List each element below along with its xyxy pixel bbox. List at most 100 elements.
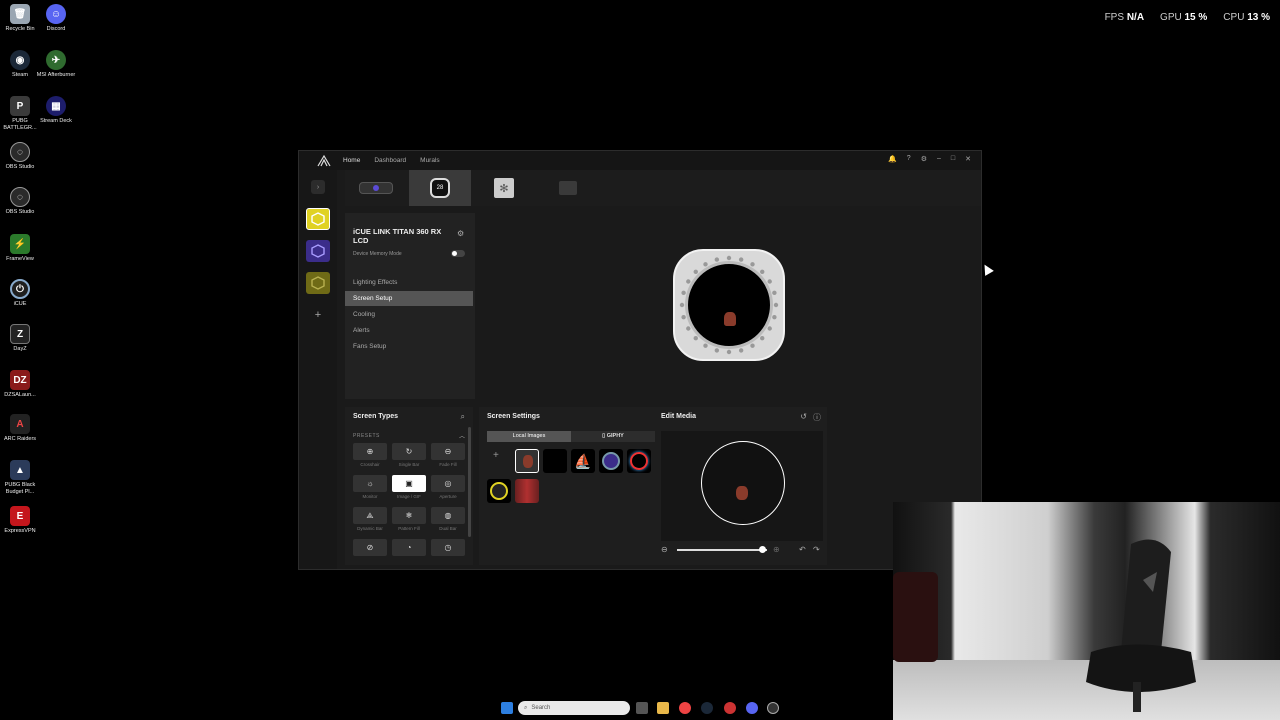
image-thumb-corsair[interactable]: ⛵ (571, 449, 595, 473)
image-thumb-2[interactable] (543, 449, 567, 473)
preset-dual-bar[interactable]: ◍ (431, 507, 465, 524)
add-device-button[interactable]: + (306, 304, 330, 326)
tab-local-images[interactable]: Local Images (487, 431, 571, 442)
preset-aperture[interactable]: ◎ (431, 475, 465, 492)
screen-types-panel: Screen Types ⌕ PRESETS ︿ ⊕ ↻ ⊖ Crosshair… (345, 407, 473, 565)
device-tab-hub[interactable] (345, 170, 407, 206)
reset-icon[interactable]: ↺ (800, 412, 807, 421)
device-slot-3[interactable] (306, 272, 330, 294)
scrollbar[interactable] (468, 427, 471, 537)
preset-fade-fill[interactable]: ⊖ (431, 443, 465, 460)
task-view-icon[interactable] (636, 702, 648, 714)
preset-crosshair[interactable]: ⊕ (353, 443, 387, 460)
desktop-icon-pubg[interactable]: P PUBG BATTLEGR... (0, 96, 40, 132)
add-image-button[interactable]: + (493, 450, 499, 461)
preset-pattern-fill[interactable]: ❄ (392, 507, 426, 524)
device-tab-fans[interactable]: ✻ (473, 170, 535, 206)
chevron-up-icon[interactable]: ︿ (459, 431, 465, 440)
start-icon[interactable] (501, 702, 513, 714)
nav-murals[interactable]: Murals (420, 157, 440, 164)
icue-icon[interactable] (767, 702, 779, 714)
desktop-icon-arc-raiders[interactable]: A ARC Raiders (0, 414, 40, 443)
close-icon[interactable]: ✕ (965, 155, 971, 163)
image-thumb-icue-2[interactable] (627, 449, 651, 473)
file-explorer-icon[interactable] (657, 702, 669, 714)
preset-monitor[interactable]: ☼ (353, 475, 387, 492)
led-dot (772, 314, 777, 320)
menu-alerts[interactable]: Alerts (345, 323, 473, 338)
zoom-in-icon[interactable]: ⊕ (773, 545, 780, 554)
desktop-icon-pubg-black-budget[interactable]: ▲ PUBG Black Budget Pl... (0, 460, 40, 496)
nav-dashboard[interactable]: Dashboard (374, 157, 406, 164)
tab-giphy[interactable]: ▯ GIPHY (571, 431, 655, 442)
mouse-cursor (980, 262, 994, 276)
desktop-icon-obs-studio-1[interactable]: ◌ OBS Studio (0, 142, 40, 171)
device-tab-other[interactable] (537, 170, 599, 206)
preset-label: Single Bar (398, 462, 420, 467)
device-settings-icon[interactable]: ⚙ (457, 229, 464, 238)
desktop-icon-msi-afterburner[interactable]: ✈ MSI Afterburner (36, 50, 76, 79)
desktop-icon-expressvpn[interactable]: E ExpressVPN (0, 506, 40, 535)
discord-icon[interactable] (746, 702, 758, 714)
memory-mode-toggle[interactable] (451, 250, 465, 257)
preset-10[interactable]: ◔ (392, 539, 426, 556)
media-figure (736, 486, 748, 500)
desktop-icon-frameview[interactable]: ⚡ FrameView (0, 234, 40, 263)
desktop-icon-stream-deck[interactable]: ▦ Stream Deck (36, 96, 76, 125)
preset-11[interactable]: ◷ (431, 539, 465, 556)
device-slot-2[interactable] (306, 240, 330, 262)
preset-9[interactable]: ⊘ (353, 539, 387, 556)
desktop-icon-discord[interactable]: ☺ Discord (36, 4, 76, 33)
aperture-icon: ◎ (444, 479, 452, 488)
chrome-icon[interactable] (679, 702, 691, 714)
performance-overlay: FPS N/A GPU 15 % CPU 13 % (1105, 12, 1270, 23)
menu-lighting-effects[interactable]: Lighting Effects (345, 275, 473, 290)
obs-icon: ◌ (10, 187, 30, 207)
bell-icon[interactable]: 🔔 (888, 155, 897, 163)
steam-icon[interactable] (701, 702, 713, 714)
zoom-slider-knob[interactable] (759, 546, 766, 553)
image-thumb-1[interactable] (515, 449, 539, 473)
image-thumb-gif[interactable] (515, 479, 539, 503)
maximize-icon[interactable]: □ (951, 155, 955, 163)
desktop-icon-icue[interactable]: ⏻ iCUE (0, 279, 40, 308)
device-slot-1[interactable] (306, 208, 330, 230)
help-icon[interactable]: ? (907, 155, 911, 163)
steam-icon: ◉ (10, 50, 30, 70)
desktop-icon-recycle-bin[interactable]: 🗑 Recycle Bin (0, 4, 40, 33)
search-icon[interactable]: ⌕ (461, 412, 465, 422)
zoom-out-icon[interactable]: ⊖ (661, 545, 668, 554)
zoom-slider[interactable] (677, 546, 767, 553)
led-dot (738, 348, 744, 353)
desktop-icon-dzsa[interactable]: DZ DZSALaun... (0, 370, 40, 399)
rotate-right-icon[interactable]: ↷ (813, 545, 820, 554)
preset-dynamic-bar[interactable]: ⟁ (353, 507, 387, 524)
minimize-icon[interactable]: – (937, 155, 941, 163)
desktop-icon-dayz[interactable]: Z DayZ (0, 324, 40, 353)
menu-cooling[interactable]: Cooling (345, 307, 473, 322)
gear-icon[interactable]: ⚙ (921, 155, 927, 163)
image-thumb-icue-1[interactable] (599, 449, 623, 473)
crop-circle[interactable] (701, 441, 785, 525)
app-icon[interactable] (724, 702, 736, 714)
info-icon[interactable]: ⓘ (813, 412, 821, 423)
preset-image-gif[interactable]: ▣ (392, 475, 426, 492)
desktop-icon-obs-studio-2[interactable]: ◌ OBS Studio (0, 187, 40, 216)
nav-home[interactable]: Home (343, 157, 360, 164)
device-tab-lcd[interactable]: 28 (409, 170, 471, 206)
led-dot (773, 302, 779, 308)
menu-screen-setup[interactable]: Screen Setup (345, 291, 473, 306)
menu-fans-setup[interactable]: Fans Setup (345, 339, 473, 354)
edit-media-panel: Edit Media ↺ ⓘ ⊖ ⊕ ↶ ↷ (655, 407, 827, 565)
preset-single-bar[interactable]: ↻ (392, 443, 426, 460)
preview-image-figure (724, 312, 736, 326)
taskbar-search[interactable]: ⌕ Search (518, 701, 630, 715)
rotate-left-icon[interactable]: ↶ (799, 545, 806, 554)
gauge-icon: ◔ (406, 543, 412, 552)
memory-mode-label: Device Memory Mode (353, 251, 402, 257)
desktop-icon-steam[interactable]: ◉ Steam (0, 50, 40, 79)
expand-rail-button[interactable]: › (311, 180, 325, 194)
fan-icon: ✻ (494, 178, 514, 198)
image-thumb-icue-3[interactable] (487, 479, 511, 503)
media-canvas[interactable] (661, 431, 823, 541)
